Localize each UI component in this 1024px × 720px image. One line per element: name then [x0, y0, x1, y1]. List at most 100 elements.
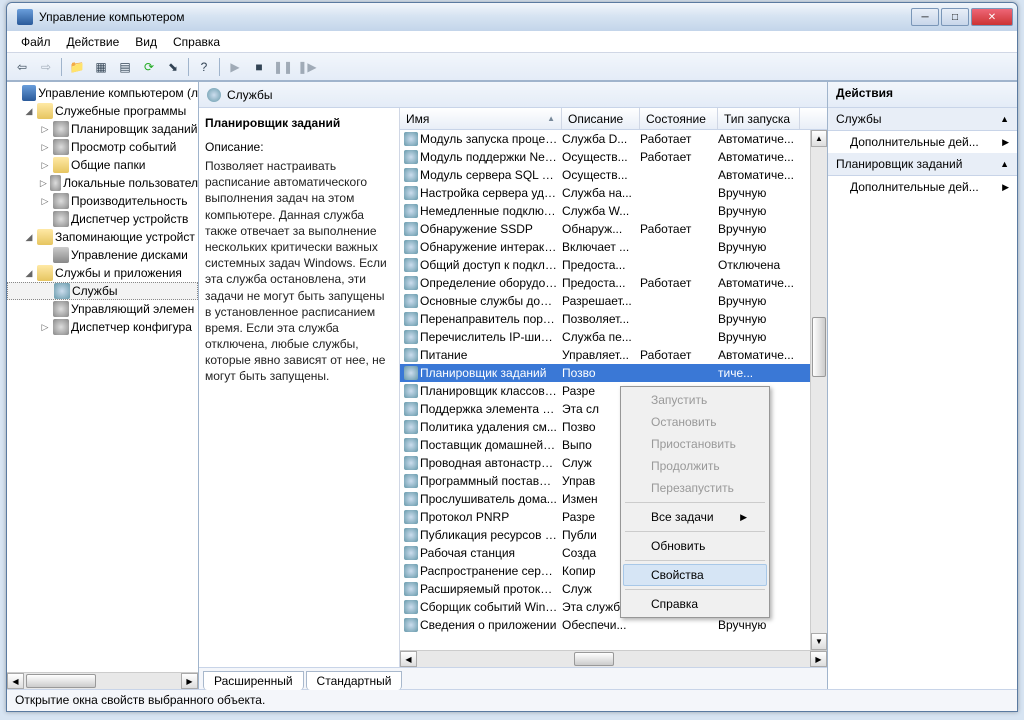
tree-node[interactable]: Управление компьютером (л — [7, 84, 198, 102]
twisty-icon[interactable]: ▷ — [39, 322, 51, 333]
service-row[interactable]: Перечислитель IP-шин ...Служба пе...Вруч… — [400, 328, 827, 346]
menu-file[interactable]: Файл — [13, 33, 59, 51]
twisty-icon[interactable]: ▷ — [39, 178, 48, 189]
service-name: Распространение серти... — [420, 564, 562, 578]
scroll-up-icon[interactable]: ▲ — [811, 130, 827, 147]
tree-node[interactable]: ▷Производительность — [7, 192, 198, 210]
tree-node[interactable]: Управляющий элемен — [7, 300, 198, 318]
scroll-thumb[interactable] — [574, 652, 614, 666]
tree-node[interactable]: ▷Диспетчер конфигура — [7, 318, 198, 336]
service-row[interactable]: Общий доступ к подклю...Предоста...Отклю… — [400, 256, 827, 274]
export-button[interactable]: ▤ — [114, 56, 136, 78]
twisty-icon[interactable]: ▷ — [39, 160, 51, 171]
close-button[interactable]: ✕ — [971, 8, 1013, 26]
service-row[interactable]: Модуль поддержки NetB...Осуществ...Работ… — [400, 148, 827, 166]
help-button[interactable]: ? — [193, 56, 215, 78]
app-icon — [17, 9, 33, 25]
service-row[interactable]: Модуль запуска процесс...Служба D...Рабо… — [400, 130, 827, 148]
menu-help[interactable]: Справка — [165, 33, 228, 51]
maximize-button[interactable]: □ — [941, 8, 969, 26]
service-startup: Вручную — [718, 330, 800, 344]
service-row[interactable]: Настройка сервера удал...Служба на...Вру… — [400, 184, 827, 202]
service-row[interactable]: ПитаниеУправляет...РаботаетАвтоматиче... — [400, 346, 827, 364]
twisty-icon[interactable]: ◢ — [23, 268, 35, 279]
service-row[interactable]: Планировщик заданийПозвотиче... — [400, 364, 827, 382]
service-startup: Автоматиче... — [718, 348, 800, 362]
stop-button[interactable]: ■ — [248, 56, 270, 78]
play-button[interactable]: ▶ — [224, 56, 246, 78]
list-vscrollbar[interactable]: ▲ ▼ — [810, 130, 827, 650]
list-hscrollbar[interactable]: ◀ ▶ — [400, 650, 827, 667]
twisty-icon[interactable]: ◢ — [23, 106, 35, 117]
separator — [625, 589, 765, 590]
restart-button[interactable]: ❚▶ — [296, 56, 318, 78]
service-startup: Автоматиче... — [718, 150, 800, 164]
service-icon — [404, 150, 418, 164]
service-name: Основные службы дове... — [420, 294, 562, 308]
pause-button[interactable]: ❚❚ — [272, 56, 294, 78]
scroll-thumb[interactable] — [26, 674, 96, 688]
export2-button[interactable]: ⬊ — [162, 56, 184, 78]
service-row[interactable]: Немедленные подключе...Служба W...Вручну… — [400, 202, 827, 220]
col-startup[interactable]: Тип запуска — [718, 108, 800, 129]
ctx-alltasks[interactable]: Все задачи▶ — [623, 506, 767, 528]
ctx-stop[interactable]: Остановить — [623, 411, 767, 433]
service-startup: Вручную — [718, 312, 800, 326]
service-startup: Отключена — [718, 258, 800, 272]
tree-node[interactable]: Управление дисками — [7, 246, 198, 264]
ctx-help[interactable]: Справка — [623, 593, 767, 615]
tree-node[interactable]: ◢Служебные программы — [7, 102, 198, 120]
twisty-icon[interactable]: ▷ — [39, 142, 51, 153]
tree-node[interactable]: ▷Локальные пользовател — [7, 174, 198, 192]
service-row[interactable]: Определение оборудова...Предоста...Работ… — [400, 274, 827, 292]
ctx-pause[interactable]: Приостановить — [623, 433, 767, 455]
service-row[interactable]: Перенаправитель порто...Позволяет...Вруч… — [400, 310, 827, 328]
minimize-button[interactable]: ─ — [911, 8, 939, 26]
actions-section-scheduler[interactable]: Планировщик заданий▲ — [828, 153, 1017, 176]
service-row[interactable]: Модуль сервера SQL Ser...Осуществ...Авто… — [400, 166, 827, 184]
col-state[interactable]: Состояние — [640, 108, 718, 129]
titlebar[interactable]: Управление компьютером ─ □ ✕ — [7, 3, 1017, 31]
menu-view[interactable]: Вид — [127, 33, 165, 51]
tree-node[interactable]: ▷Планировщик заданий — [7, 120, 198, 138]
scroll-left-icon[interactable]: ◀ — [7, 673, 24, 689]
scroll-right-icon[interactable]: ▶ — [181, 673, 198, 689]
tree-node[interactable]: ▷Общие папки — [7, 156, 198, 174]
tree-node[interactable]: ◢Запоминающие устройст — [7, 228, 198, 246]
service-row[interactable]: Основные службы дове...Разрешает...Вручн… — [400, 292, 827, 310]
menu-action[interactable]: Действие — [59, 33, 128, 51]
ctx-properties[interactable]: Свойства — [623, 564, 767, 586]
col-name[interactable]: Имя▲ — [400, 108, 562, 129]
scroll-down-icon[interactable]: ▼ — [811, 633, 827, 650]
twisty-icon[interactable]: ▷ — [39, 124, 51, 135]
tree-node[interactable]: ▷Просмотр событий — [7, 138, 198, 156]
scroll-right-icon[interactable]: ▶ — [810, 651, 827, 667]
col-description[interactable]: Описание — [562, 108, 640, 129]
tree-node[interactable]: Службы — [7, 282, 198, 300]
service-row[interactable]: Обнаружение интеракти...Включает ...Вруч… — [400, 238, 827, 256]
up-button[interactable]: 📁 — [66, 56, 88, 78]
refresh-button[interactable]: ⟳ — [138, 56, 160, 78]
service-row[interactable]: Сведения о приложенииОбеспечи...Вручную — [400, 616, 827, 634]
actions-section-services[interactable]: Службы▲ — [828, 108, 1017, 131]
scroll-thumb[interactable] — [812, 317, 826, 377]
ctx-start[interactable]: Запустить — [623, 389, 767, 411]
tree-node[interactable]: Диспетчер устройств — [7, 210, 198, 228]
tab-extended[interactable]: Расширенный — [203, 671, 304, 690]
ctx-refresh[interactable]: Обновить — [623, 535, 767, 557]
twisty-icon[interactable]: ▷ — [39, 196, 51, 207]
actions-more-scheduler[interactable]: Дополнительные дей...▶ — [828, 176, 1017, 198]
back-button[interactable]: ⇦ — [11, 56, 33, 78]
tree-node[interactable]: ◢Службы и приложения — [7, 264, 198, 282]
ctx-resume[interactable]: Продолжить — [623, 455, 767, 477]
props-button[interactable]: ▦ — [90, 56, 112, 78]
service-row[interactable]: Обнаружение SSDPОбнаруж...РаботаетВручну… — [400, 220, 827, 238]
twisty-icon[interactable]: ◢ — [23, 232, 35, 243]
tab-standard[interactable]: Стандартный — [306, 671, 403, 690]
ctx-restart[interactable]: Перезапустить — [623, 477, 767, 499]
tree-hscrollbar[interactable]: ◀ ▶ — [7, 672, 198, 689]
context-menu: Запустить Остановить Приостановить Продо… — [620, 386, 770, 618]
forward-button[interactable]: ⇨ — [35, 56, 57, 78]
actions-more-services[interactable]: Дополнительные дей...▶ — [828, 131, 1017, 153]
scroll-left-icon[interactable]: ◀ — [400, 651, 417, 667]
